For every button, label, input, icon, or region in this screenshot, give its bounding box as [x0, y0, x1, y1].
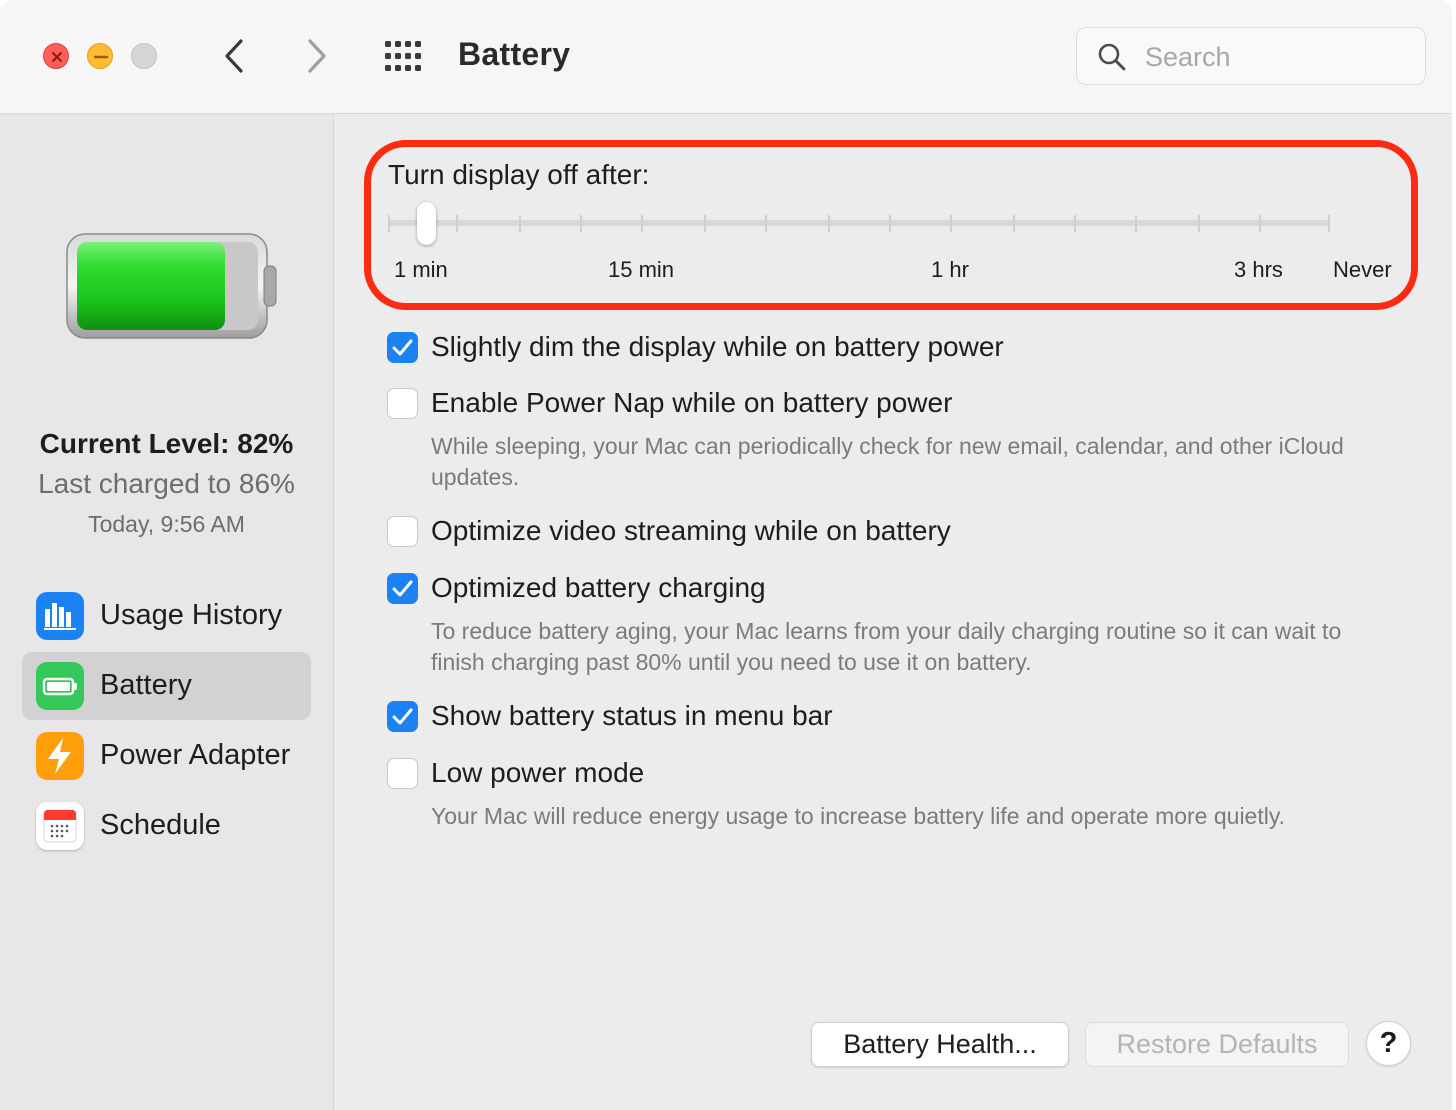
- title-bar: Battery: [0, 0, 1452, 114]
- sidebar-item-usage-history[interactable]: Usage History: [22, 582, 311, 650]
- dim-display-label[interactable]: Slightly dim the display while on batter…: [431, 331, 1004, 363]
- charged-time-text: Today, 9:56 AM: [88, 511, 245, 537]
- sidebar: Current Level: 82% Last charged to 86% T…: [0, 114, 334, 1110]
- last-charged-text: Last charged to 86%: [38, 468, 295, 499]
- sidebar-item-battery[interactable]: Battery: [22, 652, 311, 720]
- menu-bar-status-label[interactable]: Show battery status in menu bar: [431, 700, 833, 732]
- sidebar-item-power-adapter[interactable]: Power Adapter: [22, 722, 311, 790]
- close-icon: [52, 52, 62, 62]
- low-power-mode-description: Your Mac will reduce energy usage to inc…: [431, 803, 1286, 829]
- system-preferences-window: Battery Search Current Level: 82% Last c…: [0, 0, 1452, 1110]
- optimized-charging-label[interactable]: Optimized battery charging: [431, 572, 766, 604]
- chevron-left-icon: [225, 39, 243, 73]
- battery-level-graphic: [66, 233, 277, 339]
- search-icon: [1098, 43, 1126, 71]
- chevron-right-icon: [308, 39, 326, 73]
- current-level-text: Current Level: 82%: [39, 428, 294, 459]
- checkmark-icon: [392, 580, 413, 597]
- power-nap-description: While sleeping, your Mac can periodicall…: [431, 433, 1344, 490]
- lightning-bolt-icon: [36, 732, 84, 780]
- optimized-charging-description: To reduce battery aging, your Mac learns…: [431, 618, 1342, 675]
- highlight-annotation: [364, 140, 1418, 310]
- search-input[interactable]: [1143, 36, 1417, 78]
- sidebar-item-label: Power Adapter: [100, 739, 291, 771]
- power-nap-label[interactable]: Enable Power Nap while on battery power: [431, 387, 952, 419]
- sidebar-item-label: Usage History: [100, 599, 283, 631]
- back-button[interactable]: [217, 36, 253, 76]
- window-title: Battery: [458, 36, 571, 72]
- battery-health-button[interactable]: Battery Health...: [811, 1022, 1069, 1067]
- forward-button[interactable]: [298, 36, 334, 76]
- battery-settings-pane: Turn display off after: 1 min 15 min 1 h…: [334, 114, 1452, 1110]
- low-power-mode-label[interactable]: Low power mode: [431, 757, 644, 789]
- search-field[interactable]: [1076, 27, 1426, 85]
- minimize-window-button[interactable]: [87, 43, 113, 69]
- zoom-window-button[interactable]: [131, 43, 157, 69]
- restore-defaults-button[interactable]: Restore Defaults: [1085, 1022, 1349, 1067]
- optimize-video-checkbox[interactable]: [387, 516, 418, 547]
- show-all-preferences-button[interactable]: [384, 40, 424, 72]
- dim-display-checkbox[interactable]: [387, 332, 418, 363]
- chart-bars-icon: [36, 592, 84, 640]
- minimize-icon: [93, 55, 109, 59]
- checkmark-icon: [392, 339, 413, 356]
- close-window-button[interactable]: [43, 43, 69, 69]
- checkmark-icon: [392, 708, 413, 725]
- sidebar-item-label: Schedule: [100, 809, 221, 841]
- help-button[interactable]: ?: [1366, 1021, 1411, 1066]
- sidebar-item-schedule[interactable]: Schedule: [22, 792, 311, 860]
- low-power-mode-checkbox[interactable]: [387, 758, 418, 789]
- battery-icon: [36, 662, 84, 710]
- power-nap-checkbox[interactable]: [387, 388, 418, 419]
- optimize-video-label[interactable]: Optimize video streaming while on batter…: [431, 515, 951, 547]
- optimized-charging-checkbox[interactable]: [387, 573, 418, 604]
- grid-icon: [385, 41, 421, 71]
- menu-bar-status-checkbox[interactable]: [387, 701, 418, 732]
- calendar-icon: [36, 802, 84, 850]
- sidebar-item-label: Battery: [100, 669, 192, 701]
